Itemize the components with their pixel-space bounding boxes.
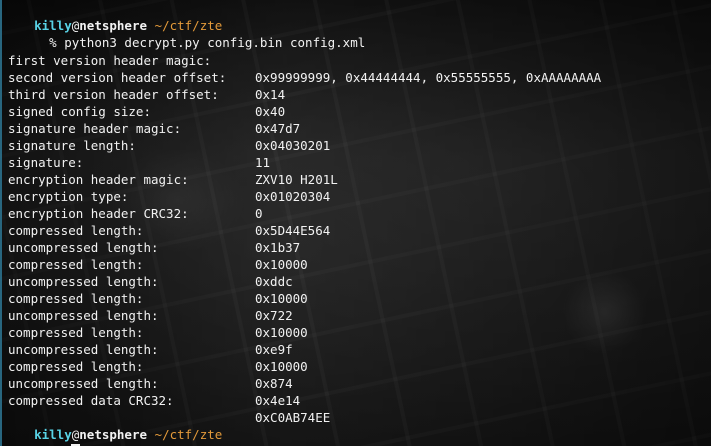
output-key: compressed data CRC32: — [8, 393, 174, 408]
prompt-line-2: killy@netsphere ~/ctf/zte — [4, 409, 222, 442]
output-key: signed config size: — [8, 104, 151, 119]
prompt-path: ~/ctf/zte — [147, 427, 223, 442]
output-value: 0x99999999, 0x44444444, 0x55555555, 0xAA… — [255, 70, 602, 85]
output-key: encryption header CRC32: — [8, 206, 189, 221]
output-key: signature: — [8, 155, 84, 170]
output-key: compressed length: — [8, 223, 144, 238]
prompt-line-1: killy@netsphere ~/ctf/zte — [4, 0, 222, 33]
output-line: encryption header CRC32: 0x5D44E564 — [4, 188, 330, 238]
output-key: compressed length: — [8, 291, 144, 306]
output-line: compressed data CRC32: 0xC0AB74EE — [4, 375, 330, 425]
command-text: python3 decrypt.py config.bin config.xml — [64, 35, 366, 50]
output-key: first version header magic: — [8, 53, 212, 68]
output-line: uncompressed length: 0x10000 — [4, 324, 308, 374]
output-line: uncompressed length: 0x10000 — [4, 256, 308, 306]
output-line: second version header offset: 0x14 — [4, 52, 285, 102]
output-key: uncompressed length: — [8, 240, 159, 255]
output-line: compressed length: 0x1b37 — [4, 205, 300, 255]
output-key: encryption header magic: — [8, 172, 189, 187]
output-line: compressed length: 0xddc — [4, 239, 293, 289]
output-line: third version header offset: 0x40 — [4, 69, 285, 119]
output-value: 0x04030201 — [255, 138, 331, 153]
output-line: uncompressed length: 0x10000 — [4, 290, 308, 340]
output-key: signature length: — [8, 138, 136, 153]
output-line: signed config size: 0x47d7 — [4, 86, 300, 136]
output-key: compressed length: — [8, 359, 144, 374]
output-key: third version header offset: — [8, 87, 219, 102]
output-value: 0x40 — [255, 104, 286, 119]
output-key: signature header magic: — [8, 121, 182, 136]
output-line: uncompressed length: 0x10000 — [4, 222, 308, 272]
command-prefix: % — [34, 35, 65, 50]
output-value: 0x10000 — [255, 257, 308, 272]
output-value: 0x01020304 — [255, 189, 331, 204]
output-line: encryption type: 0 — [4, 171, 263, 221]
output-value: 11 — [255, 155, 271, 170]
output-value: 0x4e14 — [255, 393, 301, 408]
input-line[interactable]: % — [4, 426, 81, 446]
output-line: compressed length: 0x874 — [4, 341, 293, 391]
output-key: compressed length: — [8, 257, 144, 272]
output-value: 0 — [255, 206, 263, 221]
output-key: second version header offset: — [8, 70, 227, 85]
output-key: uncompressed length: — [8, 308, 159, 323]
output-line: encryption header magic: 0x01020304 — [4, 154, 330, 204]
terminal-window[interactable]: killy@netsphere ~/ctf/zte % python3 decr… — [0, 0, 711, 446]
output-line: signature: ZXV10 H201L — [4, 137, 338, 187]
output-key: compressed length: — [8, 325, 144, 340]
output-value: 0x5D44E564 — [255, 223, 331, 238]
output-line: compressed length: 0xe9f — [4, 307, 293, 357]
output-key: uncompressed length: — [8, 342, 159, 357]
output-value: ZXV10 H201L — [255, 172, 338, 187]
output-value: 0x1b37 — [255, 240, 301, 255]
output-line: signature length: 11 — [4, 120, 270, 170]
output-key: uncompressed length: — [8, 274, 159, 289]
output-value: 0x14 — [255, 87, 286, 102]
output-key: encryption type: — [8, 189, 129, 204]
output-key: uncompressed length: — [8, 376, 159, 391]
output-value: 0x874 — [255, 376, 293, 391]
output-line: compressed length: 0x722 — [4, 273, 293, 323]
output-value: 0x10000 — [255, 325, 308, 340]
output-line: signature header magic: 0x04030201 — [4, 103, 330, 153]
left-accent-bar — [0, 0, 2, 446]
output-value: 0x10000 — [255, 291, 308, 306]
output-line: uncompressed length: 0x4e14 — [4, 358, 300, 408]
output-line: first version header magic: 0x99999999, … — [4, 35, 601, 85]
output-value: 0xe9f — [255, 342, 293, 357]
prompt-host: netsphere — [79, 427, 148, 442]
command-line: % python3 decrypt.py config.bin config.x… — [4, 17, 365, 50]
output-value: 0x722 — [255, 308, 293, 323]
output-value: 0xddc — [255, 274, 293, 289]
output-value: 0xC0AB74EE — [255, 410, 331, 425]
output-value: 0x47d7 — [255, 121, 301, 136]
output-value: 0x10000 — [255, 359, 308, 374]
